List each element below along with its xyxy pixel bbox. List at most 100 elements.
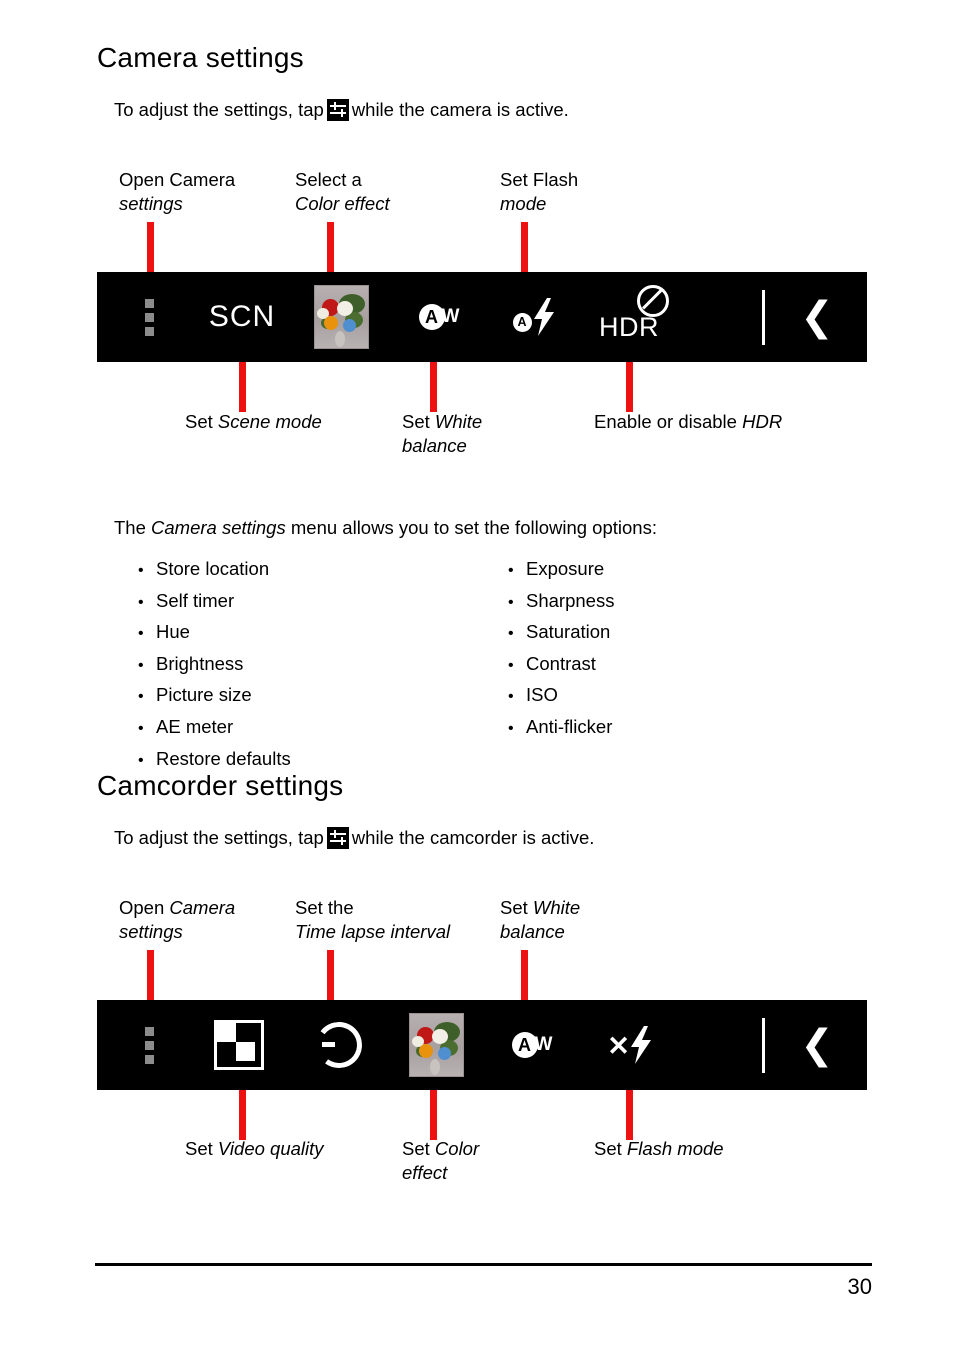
option-label: AE meter — [156, 715, 234, 737]
callout-emphasis: HDR — [742, 411, 783, 432]
list-item: • Saturation — [508, 617, 614, 649]
option-label: Saturation — [526, 621, 611, 643]
settings-sliders-icon — [326, 827, 349, 849]
auto-white-balance-icon: A W — [511, 1032, 553, 1058]
bullet-icon: • — [508, 688, 514, 706]
color-effect-button[interactable] — [400, 1000, 472, 1090]
document-page: Camera settings To adjust the settings, … — [0, 0, 954, 1352]
page-number: 30 — [847, 1274, 872, 1299]
overflow-menu-icon[interactable] — [129, 272, 169, 362]
scene-mode-label: SCN — [208, 300, 276, 333]
list-item: • Sharpness — [508, 586, 614, 618]
callout-emphasis: White — [434, 411, 483, 432]
flash-x-letter: ✕ — [607, 1031, 630, 1061]
option-label: Store location — [156, 558, 270, 579]
callout-line-1: Set Flash — [500, 169, 579, 190]
auto-white-balance-icon: A W — [418, 304, 460, 330]
callout-line-1: Open Camera — [119, 169, 236, 190]
bullet-icon: • — [138, 562, 144, 579]
back-button[interactable]: ❮ — [787, 1000, 847, 1090]
white-balance-button[interactable]: A W — [495, 1000, 569, 1090]
hdr-disabled-icon: HDR — [599, 283, 681, 351]
callout-prefix: Set — [185, 1138, 218, 1159]
callout-set-time-lapse-interval: Set the Time lapse interval — [295, 896, 450, 944]
overflow-menu-icon[interactable] — [129, 1000, 169, 1090]
leader-line-flash-mode-camcorder — [626, 1090, 633, 1140]
camera-settings-heading: Camera settings — [97, 42, 304, 73]
list-item: • Exposure — [508, 554, 614, 586]
callout-set-white-balance-camcorder: Set White balance — [500, 896, 580, 944]
flash-mode-button[interactable]: A — [497, 272, 571, 362]
bullet-icon: • — [138, 719, 144, 737]
callout-line-2: settings — [119, 193, 183, 214]
time-lapse-icon — [313, 1019, 365, 1071]
callout-prefix: Enable or disable — [594, 411, 743, 432]
callout-line-2: mode — [500, 193, 547, 214]
bullet-icon: • — [138, 625, 144, 643]
options-intro-after: menu allows you to set the following opt… — [290, 517, 657, 538]
color-effect-button[interactable] — [305, 272, 377, 362]
bullet-icon: • — [508, 562, 514, 579]
toolbar-divider — [762, 1018, 765, 1073]
leader-line-video-quality — [239, 1090, 246, 1140]
aw-w-letter: W — [534, 1034, 553, 1055]
leader-line-color-effect-camcorder — [430, 1090, 437, 1140]
lightning-bolt-icon — [630, 1026, 651, 1064]
camcorder-intro-before: To adjust the settings, tap — [114, 827, 324, 848]
camcorder-toolbar: A W ✕ ❮ — [97, 1000, 867, 1090]
callout-line-1: Set the — [295, 897, 354, 918]
callout-enable-disable-hdr: Enable or disable HDR — [594, 410, 782, 434]
list-item: • Store location — [138, 554, 291, 586]
callout-line-1: Select a — [295, 169, 362, 190]
list-item: • AE meter — [138, 712, 291, 744]
callout-line-2: Color effect — [295, 193, 390, 214]
lightning-bolt-icon — [533, 298, 554, 336]
callout-line-2: balance — [402, 435, 467, 456]
list-item: • Hue — [138, 617, 291, 649]
bullet-icon: • — [508, 625, 514, 643]
camera-intro-paragraph: To adjust the settings, tap while the cam… — [114, 98, 569, 122]
option-label: Picture size — [156, 684, 252, 706]
bullet-icon: • — [508, 719, 514, 737]
chevron-left-icon: ❮ — [800, 294, 834, 340]
callout-open-camera-settings: Open Camera settings — [119, 168, 235, 216]
flash-off-icon: ✕ — [607, 1026, 653, 1064]
list-item: • Contrast — [508, 649, 614, 681]
callout-prefix: Set — [402, 1138, 435, 1159]
callout-set-video-quality: Set Video quality — [185, 1137, 324, 1161]
option-label: Exposure — [526, 558, 605, 579]
white-balance-button[interactable]: A W — [402, 272, 476, 362]
flower-thumbnail-icon — [313, 285, 369, 349]
scene-mode-button[interactable]: SCN — [197, 272, 287, 362]
aw-w-letter: W — [441, 306, 460, 327]
flash-mode-button[interactable]: ✕ — [589, 1000, 671, 1090]
option-label: Hue — [156, 621, 190, 643]
camera-options-right-list: • Exposure • Sharpness • Saturation • Contrast •… — [508, 554, 614, 744]
bullet-icon: • — [138, 593, 144, 611]
back-button[interactable]: ❮ — [787, 272, 847, 362]
time-lapse-button[interactable] — [302, 1000, 376, 1090]
option-label: Sharpness — [526, 589, 615, 611]
callout-prefix: Set — [594, 1138, 627, 1159]
hdr-toggle-button[interactable]: HDR — [592, 272, 688, 362]
options-intro-emphasis: Camera settings — [151, 517, 286, 538]
callout-set-flash-mode: Set Flash mode — [500, 168, 578, 216]
flash-auto-icon: A — [512, 298, 556, 336]
bullet-icon: • — [138, 656, 144, 674]
callout-set-flash-mode-camcorder: Set Flash mode — [594, 1137, 724, 1161]
callout-emphasis: Flash mode — [626, 1138, 724, 1159]
hdr-label: HDR — [599, 312, 659, 342]
camera-options-left-list: • Store location • Self timer • Hue • Brightnes… — [138, 554, 291, 775]
callout-prefix: Set — [185, 411, 218, 432]
callout-line-2: Time lapse interval — [295, 921, 451, 942]
list-item: • Self timer — [138, 586, 291, 618]
bullet-icon: • — [508, 656, 514, 674]
leader-line-white-balance — [430, 362, 437, 412]
option-label: Self timer — [156, 589, 235, 611]
video-quality-button[interactable] — [202, 1000, 276, 1090]
list-item: • Anti-flicker — [508, 712, 614, 744]
options-intro: The Camera settings menu allows you to s… — [114, 516, 657, 540]
options-intro-before: The — [114, 517, 146, 538]
flower-thumbnail-icon — [408, 1013, 464, 1077]
camcorder-intro-paragraph: To adjust the settings, tap while the cam… — [114, 826, 594, 850]
